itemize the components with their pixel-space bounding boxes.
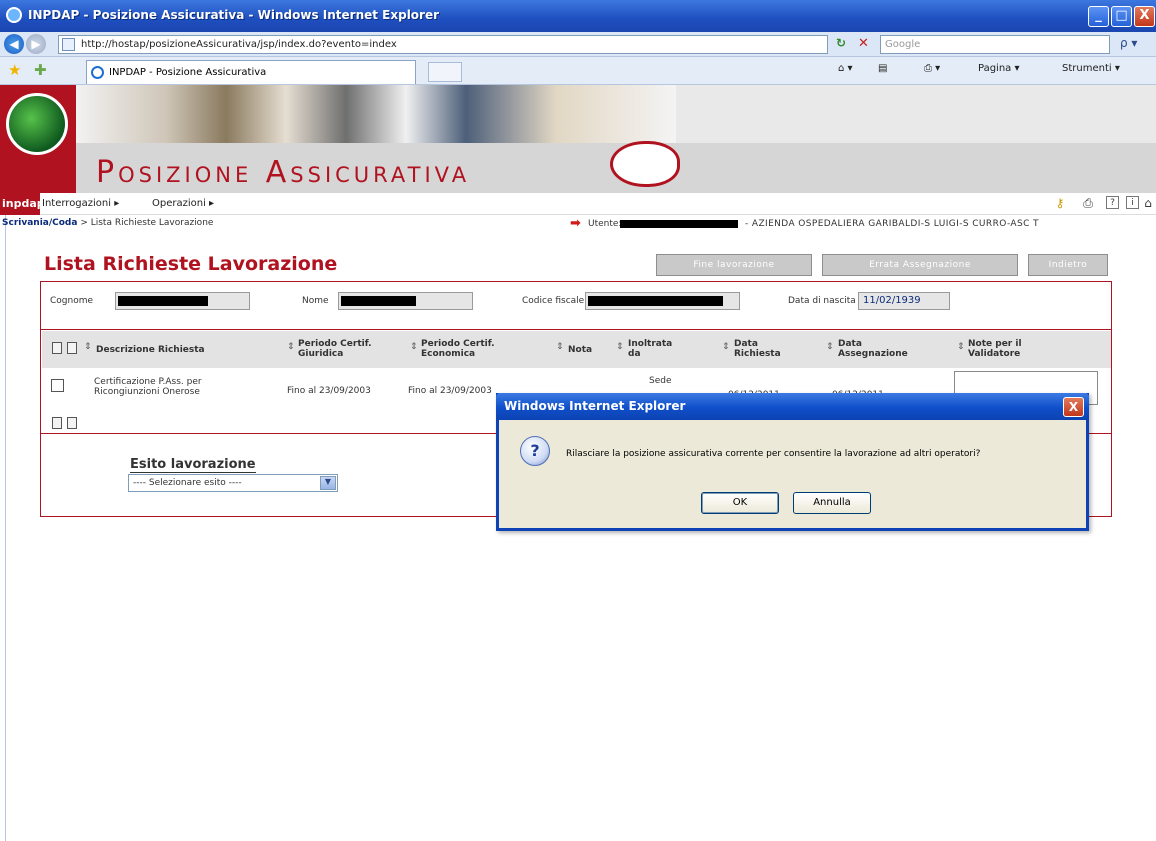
inpdap-logo-text: inpdap <box>0 193 45 215</box>
sort-icon[interactable]: ⇕ <box>287 342 295 352</box>
menu-interrogazioni[interactable]: Interrogazioni ▸ <box>42 198 119 209</box>
info-icon[interactable]: i <box>1126 196 1139 209</box>
th-economica: Periodo Certif. Economica <box>421 339 495 359</box>
cognome-label: Cognome <box>50 296 94 306</box>
dialog-close-button[interactable]: X <box>1063 397 1084 417</box>
url-input[interactable]: http://hostap/posizioneAssicurativa/jsp/… <box>58 35 828 54</box>
dialog-title: Windows Internet Explorer <box>496 393 1089 420</box>
th-data-assegnazione: Data Assegnazione <box>838 339 908 359</box>
user-label: Utente: <box>588 219 622 229</box>
codice-fiscale-label: Codice fiscale <box>522 296 585 306</box>
breadcrumb-current: > Lista Richieste Lavorazione <box>80 218 214 228</box>
page-banner: Posizione Assicurativa <box>0 85 1156 193</box>
th-data-richiesta: Data Richiesta <box>734 339 781 359</box>
page-icon <box>62 38 75 51</box>
cell-descrizione: Certificazione P.Ass. per Ricongiunzioni … <box>94 377 202 397</box>
back-icon[interactable]: ◀ <box>4 34 24 54</box>
copy-icon[interactable] <box>52 417 62 429</box>
left-edge <box>0 215 6 841</box>
help-icon[interactable]: ? <box>1106 196 1119 209</box>
data-nascita-field[interactable]: 11/02/1939 <box>858 292 950 310</box>
maximize-button[interactable]: □ <box>1111 6 1132 27</box>
cell-inoltrata: Sede <box>649 376 672 386</box>
tab-ie-icon <box>91 66 104 79</box>
key-icon[interactable]: ⚷ <box>1052 196 1068 212</box>
esito-select[interactable]: ---- Selezionare esito ---- ▼ <box>128 474 338 492</box>
sort-icon[interactable]: ⇕ <box>616 342 624 352</box>
th-note-validatore: Note per il Validatore <box>968 339 1022 359</box>
refresh-icon[interactable]: ↻ <box>836 36 852 52</box>
favorites-star-icon[interactable]: ★ <box>8 61 21 79</box>
errata-assegnazione-button[interactable]: Errata Assegnazione <box>822 254 1018 276</box>
redacted-username <box>620 220 738 228</box>
search-input[interactable]: Google <box>880 35 1110 54</box>
window-titlebar: INPDAP - Posizione Assicurativa - Window… <box>0 0 1156 32</box>
banner-photos <box>76 85 676 143</box>
home-icon[interactable]: ⌂ ▾ <box>838 63 853 74</box>
dialog-message: Rilasciare la posizione assicurativa cor… <box>566 449 981 459</box>
paste-icon[interactable] <box>67 342 77 354</box>
menu-operazioni[interactable]: Operazioni ▸ <box>152 198 214 209</box>
user-organization: - AZIENDA OSPEDALIERA GARIBALDI-S LUIGI-… <box>745 219 1039 229</box>
sort-icon[interactable]: ⇕ <box>826 342 834 352</box>
sort-icon[interactable]: ⇕ <box>722 342 730 352</box>
sort-icon[interactable]: ⇕ <box>410 342 418 352</box>
th-giuridica: Periodo Certif. Giuridica <box>298 339 372 359</box>
search-icon[interactable]: ρ ▾ <box>1120 36 1150 52</box>
print-tool-icon[interactable]: ⎙ ▾ <box>924 63 940 74</box>
annulla-button[interactable]: Annulla <box>793 492 871 514</box>
tab-bar: ★ ✚ INPDAP - Posizione Assicurativa ⌂ ▾ … <box>0 57 1156 85</box>
copy-icon[interactable] <box>52 342 62 354</box>
indietro-button[interactable]: Indietro <box>1028 254 1108 276</box>
tab-inpdap[interactable]: INPDAP - Posizione Assicurativa <box>86 60 416 84</box>
breadcrumb: Scrivania/Coda > Lista Richieste Lavoraz… <box>2 218 213 228</box>
print-icon[interactable]: ⎙ <box>1080 196 1096 212</box>
cognome-field[interactable] <box>115 292 250 310</box>
th-descrizione: Descrizione Richiesta <box>96 345 205 355</box>
feeds-icon[interactable]: ▤ <box>878 63 887 74</box>
minimize-button[interactable]: _ <box>1088 6 1109 27</box>
address-bar: ◀ ▶ http://hostap/posizioneAssicurativa/… <box>0 32 1156 57</box>
cell-economica: Fino al 23/09/2003 <box>408 386 492 396</box>
user-arrow-icon: ➡ <box>570 216 581 231</box>
th-nota: Nota <box>568 345 593 355</box>
forward-icon[interactable]: ▶ <box>26 34 46 54</box>
question-icon: ? <box>520 436 550 466</box>
strumenti-menu[interactable]: Strumenti ▾ <box>1062 63 1120 74</box>
nome-field[interactable] <box>338 292 473 310</box>
menu-bar: inpdap Interrogazioni ▸ Operazioni ▸ ⚷ ⎙… <box>0 193 1156 215</box>
new-tab-button[interactable] <box>428 62 462 82</box>
sitemap-icon[interactable]: ⌂ <box>1140 196 1156 212</box>
piggy-bank-icon <box>610 141 680 187</box>
data-nascita-label: Data di nascita <box>788 296 856 306</box>
close-window-button[interactable]: X <box>1134 6 1155 27</box>
paste-icon[interactable] <box>67 417 77 429</box>
codice-fiscale-field[interactable] <box>585 292 740 310</box>
banner-heading: Posizione Assicurativa <box>96 155 471 190</box>
sort-icon[interactable]: ⇕ <box>957 342 965 352</box>
sort-icon[interactable]: ⇕ <box>556 342 564 352</box>
esito-label: Esito lavorazione <box>130 457 256 473</box>
breadcrumb-root[interactable]: Scrivania/Coda <box>2 218 77 228</box>
fine-lavorazione-button[interactable]: Fine lavorazione <box>656 254 812 276</box>
window-title: INPDAP - Posizione Assicurativa - Window… <box>28 8 440 22</box>
logo-globe-icon <box>6 93 68 155</box>
sort-icon[interactable]: ⇕ <box>84 342 92 352</box>
page-title: Lista Richieste Lavorazione <box>44 253 338 275</box>
pagina-menu[interactable]: Pagina ▾ <box>978 63 1020 74</box>
stop-icon[interactable]: ✕ <box>858 36 874 52</box>
th-inoltrata: Inoltrata da <box>628 339 673 359</box>
nome-label: Nome <box>302 296 329 306</box>
ok-button[interactable]: OK <box>701 492 779 514</box>
ie-icon <box>6 7 22 23</box>
row-checkbox[interactable] <box>51 379 64 392</box>
cell-giuridica: Fino al 23/09/2003 <box>287 386 371 396</box>
add-favorite-icon[interactable]: ✚ <box>34 61 47 79</box>
chevron-down-icon[interactable]: ▼ <box>320 476 336 490</box>
